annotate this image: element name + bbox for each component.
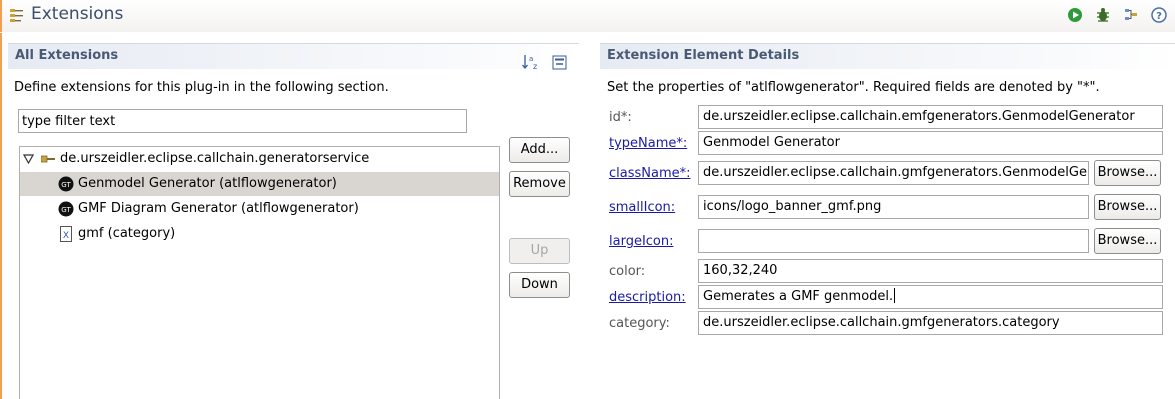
generator-icon: GT — [58, 176, 74, 192]
typename-field[interactable]: Genmodel Generator — [698, 131, 1163, 155]
run-icon[interactable] — [1067, 7, 1083, 23]
category-field[interactable]: de.urszeidler.eclipse.callchain.gmfgener… — [698, 311, 1163, 335]
smallicon-field[interactable]: icons/logo_banner_gmf.png — [698, 195, 1089, 219]
editor-header: Extensions ? — [0, 0, 1175, 32]
classname-browse-button[interactable]: Browse... — [1094, 160, 1161, 186]
color-label: color: — [609, 264, 646, 279]
description-value: Gemerates a GMF genmodel. — [703, 289, 894, 304]
editor-edge — [0, 33, 2, 399]
add-button[interactable]: Add... — [509, 137, 570, 163]
generator-icon: GT — [58, 201, 74, 217]
sort-alphabetically-icon[interactable]: a z — [522, 54, 540, 70]
description-field[interactable]: Gemerates a GMF genmodel. — [698, 285, 1163, 309]
tree-item-label: GMF Diagram Generator (atlflowgenerator) — [78, 201, 359, 216]
tree-row-gmf-category[interactable]: X gmf (category) — [20, 222, 499, 246]
id-field[interactable]: de.urszeidler.eclipse.callchain.emfgener… — [698, 105, 1163, 129]
expand-arrow-icon[interactable] — [23, 154, 34, 164]
details-description: Set the properties of "atlflowgenerator"… — [607, 80, 1100, 95]
up-button[interactable]: Up — [509, 238, 570, 264]
typename-link[interactable]: typeName*: — [609, 136, 687, 151]
description-link[interactable]: description: — [609, 290, 686, 305]
smallicon-link[interactable]: smallIcon: — [609, 200, 675, 215]
tree-row-genmodel-generator[interactable]: GT Genmodel Generator (atlflowgenerator) — [20, 172, 499, 196]
remove-button[interactable]: Remove — [509, 171, 570, 197]
tree-root-label: de.urszeidler.eclipse.callchain.generato… — [60, 151, 370, 166]
svg-text:GT: GT — [61, 206, 71, 214]
largeicon-link[interactable]: largeIcon: — [609, 234, 674, 249]
tree-row-gmf-diagram-generator[interactable]: GT GMF Diagram Generator (atlflowgenerat… — [20, 197, 499, 221]
category-label: category: — [609, 316, 670, 331]
help-icon[interactable]: ? — [1151, 7, 1167, 23]
text-caret — [894, 288, 896, 303]
largeicon-field[interactable] — [698, 229, 1089, 253]
extensions-icon — [10, 9, 23, 22]
largeicon-browse-button[interactable]: Browse... — [1094, 228, 1161, 254]
debug-icon[interactable] — [1095, 7, 1111, 23]
classname-field[interactable]: de.urszeidler.eclipse.callchain.gmfgener… — [698, 161, 1089, 185]
svg-text:?: ? — [1156, 11, 1162, 22]
editor-title: Extensions — [31, 4, 124, 24]
extensions-tree[interactable]: de.urszeidler.eclipse.callchain.generato… — [19, 146, 500, 399]
all-extensions-title: All Extensions — [15, 48, 119, 63]
classname-link[interactable]: className*: — [609, 166, 691, 181]
tree-row-root[interactable]: de.urszeidler.eclipse.callchain.generato… — [20, 147, 499, 171]
down-button[interactable]: Down — [509, 272, 570, 298]
extension-element-details-title: Extension Element Details — [607, 48, 800, 63]
extension-point-icon — [41, 155, 55, 163]
color-field[interactable]: 160,32,240 — [698, 259, 1163, 283]
collapse-all-icon[interactable] — [552, 55, 567, 70]
all-extensions-description: Define extensions for this plug-in in th… — [14, 80, 389, 95]
svg-text:X: X — [63, 231, 69, 241]
filter-input[interactable] — [18, 109, 467, 133]
tree-item-label: gmf (category) — [78, 226, 176, 241]
smallicon-browse-button[interactable]: Browse... — [1094, 194, 1161, 220]
id-label: id*: — [609, 110, 632, 125]
svg-text:GT: GT — [61, 181, 71, 189]
extension-wizard-icon[interactable] — [1123, 7, 1139, 23]
category-icon: X — [60, 226, 72, 242]
tree-item-label: Genmodel Generator (atlflowgenerator) — [78, 176, 337, 191]
svg-text:z: z — [533, 62, 537, 70]
